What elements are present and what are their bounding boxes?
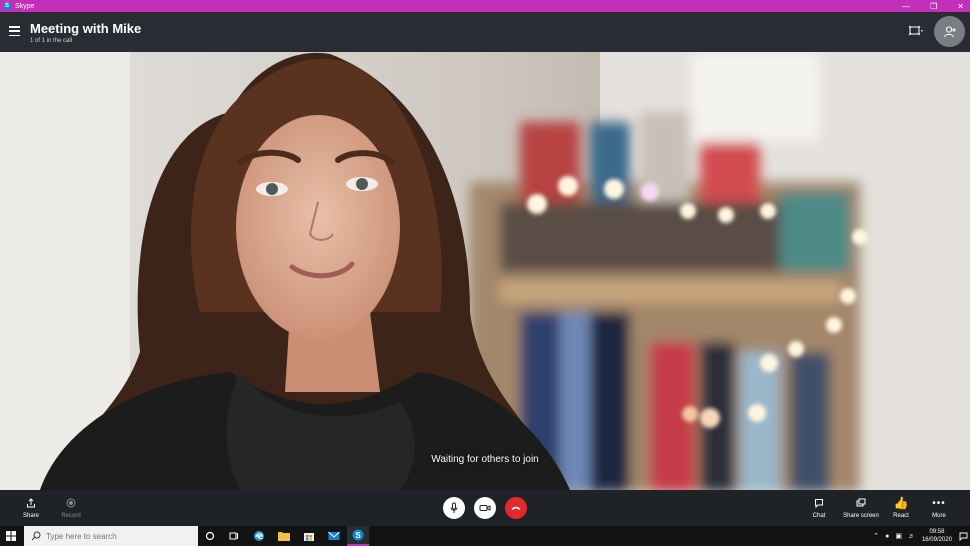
chevron-up-icon[interactable]: ⌃ [873, 532, 879, 540]
clock-date: 16/09/2020 [921, 537, 952, 543]
restore-icon[interactable]: ❐ [930, 2, 937, 11]
mail-icon[interactable] [323, 526, 345, 546]
skype-taskbar-icon[interactable]: S [347, 526, 369, 546]
react-button[interactable]: 👍 React [881, 496, 921, 519]
call-header: Meeting with Mike 1 of 1 in the call [0, 12, 970, 52]
share-label: Share [22, 513, 39, 519]
thumbs-up-icon: 👍 [893, 496, 909, 510]
participant-count: 1 of 1 in the call [30, 38, 73, 44]
call-controls-bar: Share Record Chat Share screen 👍 React •… [0, 490, 970, 526]
end-call-icon [511, 506, 521, 510]
react-label: React [893, 513, 909, 519]
taskbar-search[interactable] [24, 526, 198, 546]
video-picture [0, 52, 970, 490]
search-icon [31, 531, 41, 541]
add-people-icon [943, 25, 956, 37]
video-feed: Waiting for others to join [0, 52, 970, 490]
more-label: More [932, 513, 946, 519]
share-screen-button[interactable]: Share screen [838, 496, 884, 519]
layout-icon[interactable] [908, 24, 924, 38]
end-call-button[interactable] [505, 497, 527, 519]
window-controls: — ❐ ✕ [902, 0, 964, 12]
meeting-title: Meeting with Mike [30, 21, 142, 36]
waiting-status: Waiting for others to join [431, 454, 539, 465]
notifications-icon[interactable] [956, 526, 970, 546]
taskbar-clock[interactable]: 09:58 16/09/2020 [922, 528, 952, 544]
microphone-button[interactable] [443, 497, 465, 519]
window-app-name: Skype [15, 2, 35, 10]
edge-icon[interactable] [248, 526, 270, 546]
network-icon[interactable]: ▣ [895, 532, 902, 540]
minimize-icon[interactable]: — [902, 2, 910, 11]
windows-logo-icon [6, 531, 16, 541]
microphone-tray-icon: ● [885, 532, 890, 540]
skype-icon: S [3, 2, 11, 10]
share-button[interactable]: Share [11, 496, 51, 519]
window-title-bar: S Skype — ❐ ✕ [0, 0, 970, 12]
share-screen-label: Share screen [843, 513, 879, 519]
clock-time: 09:58 [929, 529, 945, 535]
camera-button[interactable] [474, 497, 496, 519]
chat-button[interactable]: Chat [799, 496, 839, 519]
share-screen-icon [856, 498, 866, 507]
task-view-icon[interactable] [223, 526, 245, 546]
close-icon[interactable]: ✕ [957, 2, 964, 11]
chat-icon [815, 499, 823, 508]
hamburger-menu-icon[interactable] [9, 26, 20, 36]
microphone-icon [450, 502, 458, 513]
camera-icon [479, 505, 491, 511]
record-icon [66, 498, 76, 508]
volume-icon[interactable]: ♬ [908, 533, 915, 540]
start-button[interactable] [0, 526, 22, 546]
add-people-button[interactable] [934, 16, 965, 47]
windows-taskbar: S ⌃ ● ▣ ♬ 09:58 16/09/2020 [0, 526, 970, 546]
search-input[interactable] [46, 531, 186, 541]
share-icon [27, 498, 35, 508]
store-icon[interactable] [298, 526, 320, 546]
record-button[interactable]: Record [51, 496, 91, 519]
file-explorer-icon[interactable] [273, 526, 295, 546]
record-label: Record [61, 513, 81, 519]
svg-text:S: S [355, 531, 361, 540]
system-tray: ⌃ ● ▣ ♬ 09:58 16/09/2020 [870, 526, 970, 546]
cortana-icon[interactable] [199, 526, 221, 546]
ellipsis-icon: ••• [932, 497, 946, 509]
more-button[interactable]: ••• More [919, 496, 959, 520]
chat-label: Chat [812, 513, 826, 519]
